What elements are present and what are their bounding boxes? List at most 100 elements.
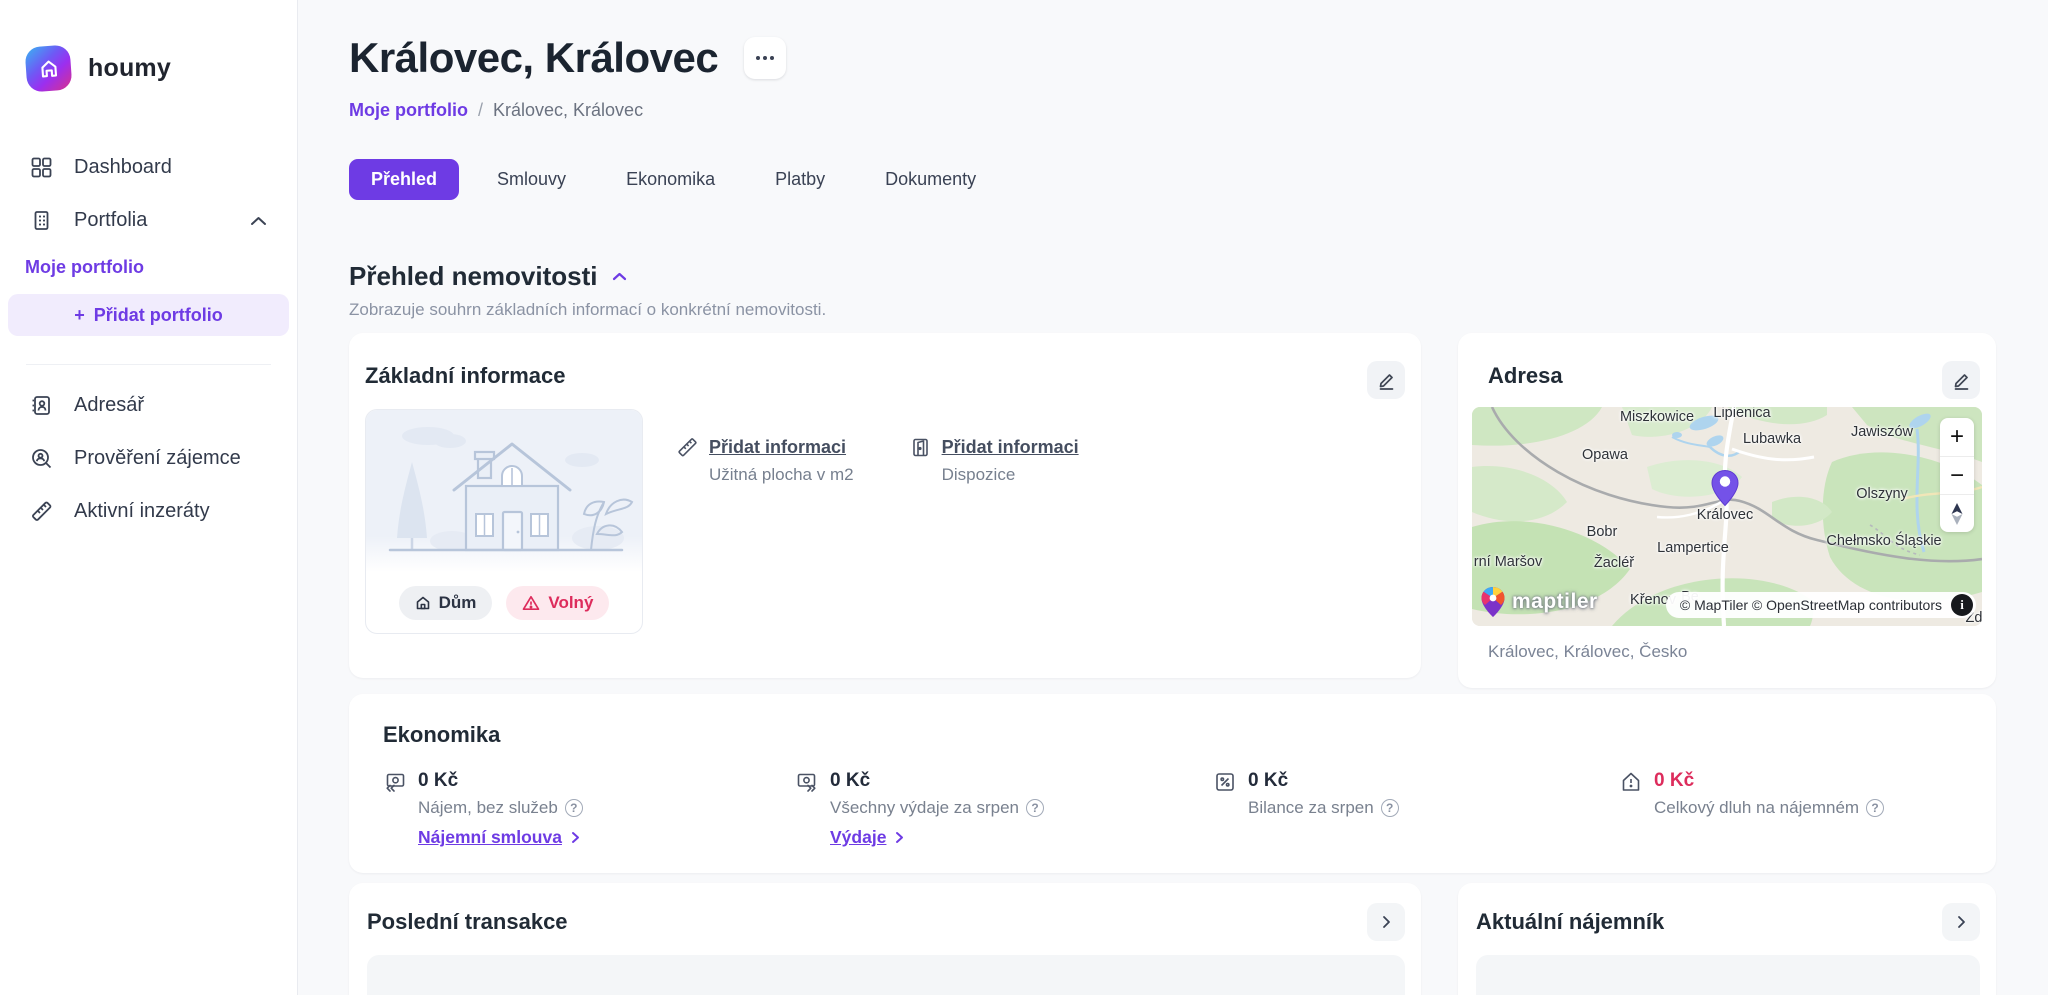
help-icon[interactable]: [565, 799, 583, 817]
breadcrumb-parent-link[interactable]: Moje portfolio: [349, 100, 468, 121]
transactions-empty-panel: [367, 955, 1405, 995]
sidebar-link-my-portfolio[interactable]: Moje portfolio: [0, 247, 297, 278]
breadcrumb-separator: /: [478, 100, 483, 121]
chevron-right-icon: [1382, 915, 1391, 929]
help-icon[interactable]: [1381, 799, 1399, 817]
economy-item-debt: 0 Kč Celkový dluh na nájemném: [1619, 770, 1962, 848]
sidebar-item-aktivni-inzeraty[interactable]: Aktivní inzeráty: [0, 485, 297, 538]
economy-item-balance: 0 Kč Bilance za srpen: [1213, 770, 1619, 848]
economy-value-debt: 0 Kč: [1654, 770, 1884, 792]
help-icon[interactable]: [1866, 799, 1884, 817]
ellipsis-icon: [756, 56, 760, 60]
sidebar-item-label: Dashboard: [74, 156, 172, 179]
economy-label: Nájem, bez služeb: [418, 798, 558, 818]
expenses-icon: [795, 770, 819, 794]
ruler-icon: [677, 437, 698, 458]
plus-icon: +: [74, 305, 85, 326]
basic-info-card: Základní informace: [349, 333, 1421, 678]
compass-button[interactable]: [1940, 494, 1974, 532]
tab-smlouvy[interactable]: Smlouvy: [475, 159, 588, 200]
collapse-chevron-up-icon[interactable]: [612, 272, 627, 281]
add-info-sublabel: Dispozice: [942, 465, 1079, 485]
last-transactions-card: Poslední transakce: [349, 883, 1421, 995]
edit-address-button[interactable]: [1942, 361, 1980, 399]
chevron-right-icon: [571, 831, 580, 844]
economy-item-expenses: 0 Kč Všechny výdaje za srpen Výdaje: [795, 770, 1213, 848]
sidebar-item-portfolia[interactable]: Portfolia: [0, 194, 297, 247]
sidebar: houmy Dashboard Portfolia Moje portfolio…: [0, 0, 298, 995]
maptiler-logo[interactable]: maptiler: [1480, 586, 1598, 618]
economy-card: Ekonomika 0 Kč Nájem, bez služeb Nájemní…: [349, 694, 1996, 873]
rent-income-icon: [383, 770, 407, 794]
map-label: Lampertice: [1657, 540, 1729, 556]
add-portfolio-button[interactable]: + Přidat portfolio: [8, 294, 289, 336]
tab-bar: Přehled Smlouvy Ekonomika Platby Dokumen…: [349, 158, 1996, 200]
pencil-icon: [1377, 371, 1396, 390]
add-info-layout-item: Přidat informaci Dispozice: [910, 437, 1079, 634]
zoom-in-button[interactable]: +: [1940, 418, 1974, 456]
dashboard-grid-icon: [30, 156, 53, 179]
section-title: Přehled nemovitosti: [349, 261, 598, 292]
map[interactable]: Miszkowice Lipienica Lubawka Jawiszów Op…: [1472, 407, 1982, 626]
economy-title: Ekonomika: [383, 722, 1962, 748]
tab-platby[interactable]: Platby: [753, 159, 847, 200]
compass-needle-icon: [1950, 503, 1964, 525]
tab-dokumenty[interactable]: Dokumenty: [863, 159, 998, 200]
economy-value: 0 Kč: [418, 770, 583, 792]
map-label: Žacléř: [1594, 555, 1634, 571]
property-type-badge: Dům: [399, 586, 493, 620]
address-title: Adresa: [1488, 363, 1982, 389]
edit-basic-info-button[interactable]: [1367, 361, 1405, 399]
sidebar-divider: [26, 364, 271, 365]
add-info-link[interactable]: Přidat informaci: [942, 437, 1079, 457]
economy-value: 0 Kč: [830, 770, 1044, 792]
transactions-open-button[interactable]: [1367, 903, 1405, 941]
building-icon: [30, 209, 53, 232]
add-info-area-item: Přidat informaci Užitná plocha v m2: [677, 437, 854, 634]
sidebar-item-dashboard[interactable]: Dashboard: [0, 141, 297, 194]
warning-icon: [522, 595, 540, 611]
door-icon: [910, 437, 931, 458]
tab-ekonomika[interactable]: Ekonomika: [604, 159, 737, 200]
app-name: houmy: [88, 54, 171, 83]
sidebar-item-provereni-zajemce[interactable]: Prověření zájemce: [0, 432, 297, 485]
sidebar-item-label: Adresář: [74, 394, 144, 417]
maptiler-pin-icon: [1480, 586, 1506, 618]
expenses-link[interactable]: Výdaje: [830, 827, 1044, 848]
add-info-sublabel: Užitná plocha v m2: [709, 465, 854, 485]
address-caption: Královec, Královec, Česko: [1488, 642, 1982, 662]
chevron-up-icon: [250, 216, 267, 226]
tab-prehled[interactable]: Přehled: [349, 159, 459, 200]
map-zoom-controls: + −: [1940, 418, 1974, 532]
contact-card-icon: [30, 394, 53, 417]
map-label: Chełmsko Śląskie: [1826, 533, 1941, 549]
map-pin-icon: [1710, 469, 1740, 507]
info-icon[interactable]: [1951, 594, 1973, 616]
map-label: Olszyny: [1856, 486, 1908, 502]
economy-value: 0 Kč: [1248, 770, 1399, 792]
address-card: Adresa: [1458, 333, 1996, 688]
app-logo[interactable]: houmy: [0, 0, 297, 91]
house-illustration: [366, 410, 642, 572]
help-icon[interactable]: [1026, 799, 1044, 817]
map-attribution: © MapTiler © OpenStreetMap contributors: [1666, 592, 1976, 618]
zoom-out-button[interactable]: −: [1940, 456, 1974, 494]
more-options-button[interactable]: [744, 37, 786, 79]
add-info-link[interactable]: Přidat informaci: [709, 437, 846, 457]
houmy-logo-icon: [24, 44, 72, 92]
current-tenant-card: Aktuální nájemník: [1458, 883, 1996, 995]
tenant-open-button[interactable]: [1942, 903, 1980, 941]
page-title: Královec, Královec: [349, 34, 718, 82]
map-label: Lipienica: [1713, 407, 1770, 421]
economy-label: Všechny výdaje za srpen: [830, 798, 1019, 818]
section-subtitle: Zobrazuje souhrn základních informací o …: [349, 300, 1996, 320]
map-label: Jawiszów: [1851, 424, 1913, 440]
map-label: Královec: [1697, 507, 1753, 523]
map-label: Miszkowice: [1620, 409, 1694, 425]
main-content: Královec, Královec Moje portfolio / Král…: [349, 0, 1996, 995]
map-label: rní Maršov: [1474, 554, 1543, 570]
balance-icon: [1213, 770, 1237, 794]
rent-debt-icon: [1619, 770, 1643, 794]
rent-contract-link[interactable]: Nájemní smlouva: [418, 827, 583, 848]
sidebar-item-adresar[interactable]: Adresář: [0, 379, 297, 432]
